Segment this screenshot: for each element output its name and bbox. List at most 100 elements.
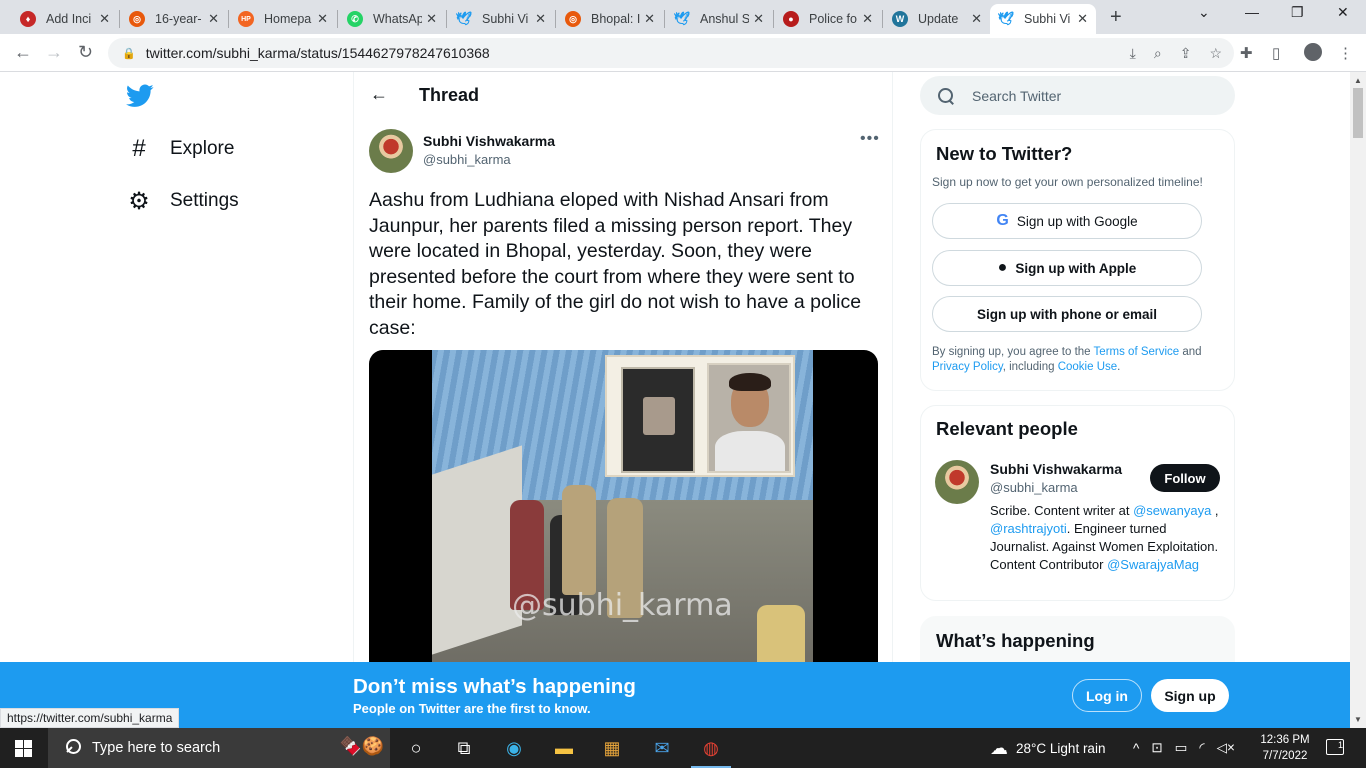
chrome-icon[interactable]: ◍ — [691, 736, 731, 768]
windows-start-icon[interactable] — [15, 740, 32, 757]
follow-button[interactable]: Follow — [1150, 464, 1220, 492]
browser-tab-active[interactable]: 🕊 Subhi Vi ✕ — [990, 4, 1096, 34]
new-to-twitter-card: New to Twitter? Sign up now to get your … — [920, 129, 1235, 391]
extensions-puzzle-icon[interactable]: ✚ — [1240, 44, 1253, 62]
close-tab-icon[interactable]: ✕ — [208, 11, 219, 27]
battery-icon[interactable]: ▭ — [1175, 740, 1188, 756]
avatar[interactable] — [369, 129, 413, 173]
cortana-icon[interactable]: ○ — [404, 736, 428, 760]
close-window-button[interactable]: ✕ — [1337, 4, 1349, 21]
back-arrow-icon[interactable]: ← — [370, 84, 388, 105]
nav-explore-label: Explore — [170, 138, 235, 159]
tab-title: Subhi Vi — [1024, 12, 1071, 26]
task-view-icon[interactable]: ⧉ — [452, 736, 476, 760]
signup-google-button[interactable]: G Sign up with Google — [932, 203, 1202, 239]
clock-time: 12:36 PM — [1260, 734, 1310, 746]
more-options-icon[interactable]: ••• — [860, 130, 880, 148]
author-handle[interactable]: @subhi_karma — [423, 152, 511, 167]
new-tab-button[interactable]: + — [1110, 6, 1122, 29]
mail-icon[interactable]: ✉ — [650, 736, 674, 760]
volume-muted-icon[interactable]: ◁× — [1217, 740, 1235, 756]
store-icon[interactable]: ▦ — [600, 736, 624, 760]
search-input[interactable] — [970, 86, 1200, 105]
edge-icon[interactable]: ◉ — [502, 736, 526, 760]
meet-now-icon[interactable]: ⊡ — [1151, 740, 1162, 756]
scrollbar-thumb[interactable] — [1353, 88, 1363, 138]
back-arrow-icon[interactable]: ← — [14, 42, 32, 63]
browser-tab[interactable]: 🕊 Anshul S ✕ — [666, 4, 772, 34]
mention-link[interactable]: @sewanyaya — [1133, 503, 1211, 518]
bookmark-star-icon[interactable]: ☆ — [1209, 45, 1222, 62]
avatar[interactable] — [935, 460, 979, 504]
side-panel-icon[interactable]: ▯ — [1272, 44, 1280, 62]
privacy-link[interactable]: Privacy Policy — [932, 361, 1003, 373]
notifications-icon[interactable]: 1 — [1326, 739, 1344, 755]
reload-icon[interactable]: ↻ — [78, 42, 93, 63]
signup-phone-button[interactable]: Sign up with phone or email — [932, 296, 1202, 332]
install-app-icon[interactable]: ⤓ — [1130, 45, 1136, 62]
whatsapp-icon: ✆ — [347, 11, 363, 27]
signup-apple-button[interactable]: ● Sign up with Apple — [932, 250, 1202, 286]
search-box[interactable] — [920, 76, 1235, 115]
close-tab-icon[interactable]: ✕ — [1077, 11, 1088, 27]
browser-tab[interactable]: W Update ✕ — [884, 4, 990, 34]
close-tab-icon[interactable]: ✕ — [99, 11, 110, 27]
file-explorer-icon[interactable]: ▬ — [552, 736, 576, 760]
tab-title: Subhi Vi — [482, 12, 529, 26]
restore-button[interactable]: ❐ — [1291, 4, 1304, 21]
share-icon[interactable]: ⇪ — [1180, 45, 1192, 62]
tab-divider — [337, 10, 338, 28]
address-bar[interactable]: 🔒 twitter.com/subhi_karma/status/1544627… — [108, 38, 1234, 68]
mention-link[interactable]: @SwarajyaMag — [1107, 557, 1199, 572]
zoom-icon[interactable]: ⌕ — [1154, 45, 1162, 62]
close-tab-icon[interactable]: ✕ — [753, 11, 764, 27]
tray-expand-icon[interactable]: ^ — [1133, 741, 1139, 756]
nav-settings[interactable]: ⚙ Settings — [126, 188, 239, 215]
weather-widget[interactable]: ☁ 28°C Light rain — [990, 728, 1105, 768]
browser-tab[interactable]: ♦ Add Inci ✕ — [12, 4, 118, 34]
terms-link[interactable]: Terms of Service — [1094, 346, 1180, 358]
browser-tab[interactable]: ● Police fo ✕ — [775, 4, 881, 34]
taskbar-search[interactable]: Type here to search 🍫🍪 — [48, 728, 390, 768]
portrait-shirt — [715, 431, 785, 471]
card-subtitle: Sign up now to get your own personalized… — [932, 175, 1203, 189]
relevant-people-card: Relevant people Subhi Vishwakarma @subhi… — [920, 405, 1235, 601]
twitter-logo-icon[interactable] — [126, 84, 154, 108]
signup-button[interactable]: Sign up — [1151, 679, 1229, 712]
scroll-down-icon[interactable]: ▼ — [1354, 715, 1362, 724]
site-favicon-icon: ● — [783, 11, 799, 27]
video-frame[interactable]: @subhi_karma — [432, 350, 813, 662]
tab-title: Update — [918, 12, 959, 26]
nav-settings-label: Settings — [170, 190, 239, 211]
browser-tab[interactable]: ✆ WhatsAp ✕ — [339, 4, 445, 34]
close-tab-icon[interactable]: ✕ — [535, 11, 546, 27]
person-name[interactable]: Subhi Vishwakarma — [990, 461, 1122, 477]
scroll-up-icon[interactable]: ▲ — [1354, 76, 1362, 85]
author-name[interactable]: Subhi Vishwakarma — [423, 133, 555, 149]
browser-tab[interactable]: ◎ 16-year- ✕ — [121, 4, 227, 34]
tweet-video[interactable]: @subhi_karma — [369, 350, 878, 662]
tab-title: WhatsAp — [373, 12, 423, 26]
page-scrollbar[interactable]: ▲ ▼ — [1350, 72, 1366, 728]
forward-arrow-icon[interactable]: → — [45, 42, 63, 63]
mention-link[interactable]: @rashtrajyoti — [990, 521, 1067, 536]
system-clock[interactable]: 12:36 PM 7/7/2022 — [1257, 732, 1313, 764]
nav-explore[interactable]: # Explore — [126, 135, 235, 162]
minimize-button[interactable]: — — [1245, 4, 1259, 20]
tab-divider — [228, 10, 229, 28]
browser-tab[interactable]: HP Homepa ✕ — [230, 4, 336, 34]
close-tab-icon[interactable]: ✕ — [426, 11, 437, 27]
close-tab-icon[interactable]: ✕ — [862, 11, 873, 27]
person-handle[interactable]: @subhi_karma — [990, 480, 1078, 495]
wifi-icon[interactable]: ◜ — [1199, 740, 1204, 756]
tab-search-icon[interactable]: ⌄ — [1198, 4, 1210, 21]
chrome-menu-icon[interactable]: ⋮ — [1338, 44, 1353, 62]
browser-tab[interactable]: ◎ Bhopal: I ✕ — [557, 4, 663, 34]
close-tab-icon[interactable]: ✕ — [971, 11, 982, 27]
profile-avatar-icon[interactable] — [1304, 43, 1322, 61]
browser-tab[interactable]: 🕊 Subhi Vi ✕ — [448, 4, 554, 34]
login-button[interactable]: Log in — [1072, 679, 1142, 712]
close-tab-icon[interactable]: ✕ — [644, 11, 655, 27]
cookie-link[interactable]: Cookie Use — [1058, 361, 1117, 373]
close-tab-icon[interactable]: ✕ — [317, 11, 328, 27]
